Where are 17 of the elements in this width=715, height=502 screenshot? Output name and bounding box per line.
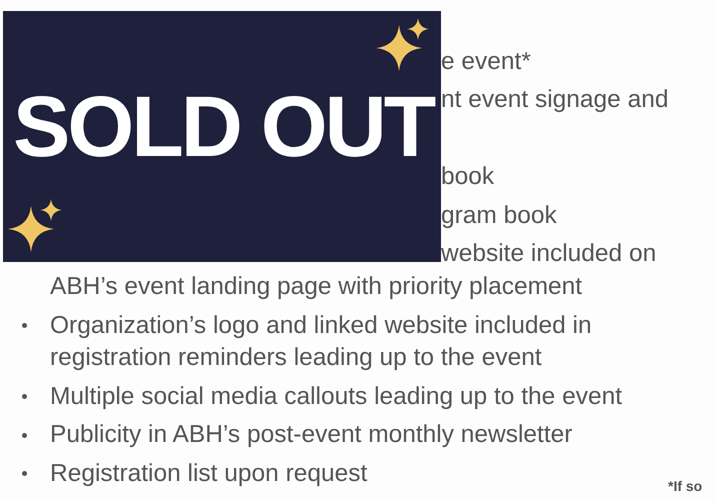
benefit-text: registration reminders leading up to the event <box>50 344 542 372</box>
benefit-text: website included on <box>441 240 656 268</box>
benefit-text: gram book <box>441 202 557 229</box>
bullet-icon <box>22 322 26 328</box>
banner-text: SOLD OUT <box>13 78 434 177</box>
benefit-text: Publicity in ABH’s post-event monthly newsletter <box>50 421 572 448</box>
benefit-text: e event* <box>441 48 531 75</box>
benefit-text: Organization’s logo and linked website included in <box>50 312 592 338</box>
benefit-text: nt event signage and <box>441 86 668 114</box>
footnote: *If so <box>668 478 704 494</box>
benefit-text: Multiple social media callouts leading up to the event <box>50 382 622 410</box>
benefit-text: ABH’s event landing page with priority placement <box>50 273 582 300</box>
benefit-text: book <box>441 163 494 190</box>
bullet-icon <box>22 432 26 438</box>
bullet-icon <box>22 471 26 476</box>
benefit-text: Registration list upon request <box>50 460 368 487</box>
bullet-icon <box>22 394 26 399</box>
